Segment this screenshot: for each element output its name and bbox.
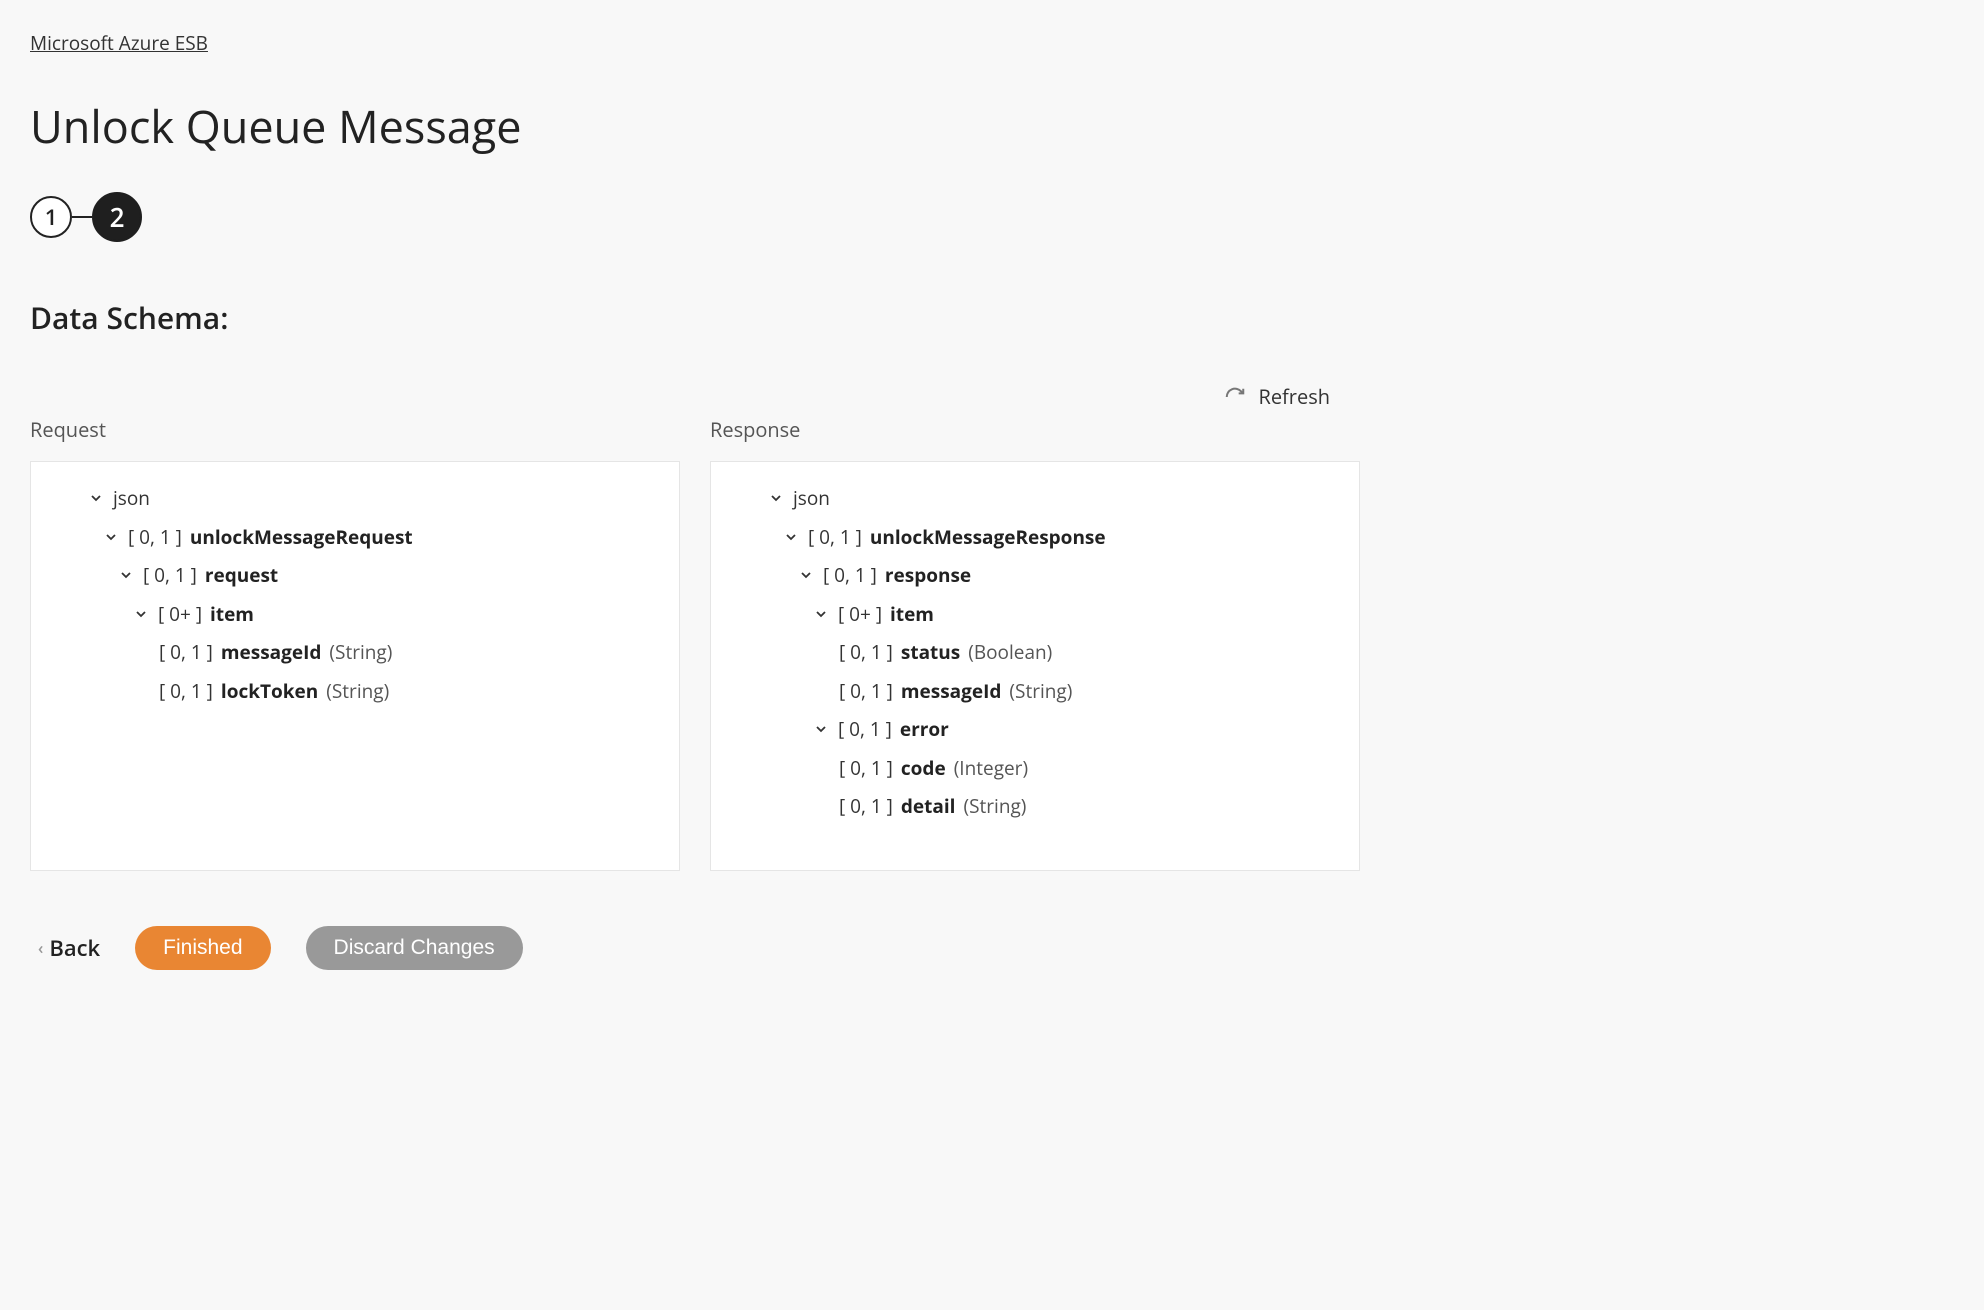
cardinality: [ 0, 1 ]	[839, 677, 893, 706]
section-title: Data Schema:	[30, 297, 1360, 338]
cardinality: [ 0, 1 ]	[808, 523, 862, 552]
node-label: status	[901, 638, 960, 667]
cardinality: [ 0, 1 ]	[839, 754, 893, 783]
node-type: (Integer)	[954, 754, 1028, 783]
finished-button[interactable]: Finished	[135, 926, 270, 970]
step-connector	[72, 216, 92, 218]
chevron-down-icon[interactable]	[769, 491, 783, 505]
response-label: Response	[710, 416, 1360, 443]
node-type: (String)	[329, 638, 392, 667]
chevron-down-icon[interactable]	[104, 530, 118, 544]
node-label: unlockMessageResponse	[870, 523, 1106, 552]
node-label: error	[900, 715, 949, 744]
tree-node[interactable]: [ 0, 1 ] request	[49, 561, 661, 590]
node-label: item	[890, 600, 934, 629]
breadcrumb-link[interactable]: Microsoft Azure ESB	[30, 30, 208, 56]
chevron-down-icon[interactable]	[134, 607, 148, 621]
page-title: Unlock Queue Message	[30, 96, 1360, 157]
node-type: (String)	[963, 792, 1026, 821]
stepper: 1 2	[30, 192, 1360, 242]
refresh-icon[interactable]	[1224, 386, 1246, 408]
step-2[interactable]: 2	[92, 192, 142, 242]
node-label: json	[113, 484, 150, 513]
chevron-down-icon[interactable]	[119, 568, 133, 582]
cardinality: [ 0, 1 ]	[159, 677, 213, 706]
node-label: detail	[901, 792, 956, 821]
node-label: lockToken	[221, 677, 318, 706]
chevron-down-icon[interactable]	[799, 568, 813, 582]
back-button[interactable]: ‹ Back	[38, 933, 100, 963]
cardinality: [ 0, 1 ]	[839, 792, 893, 821]
node-label: request	[205, 561, 278, 590]
node-label: code	[901, 754, 946, 783]
tree-node[interactable]: [ 0+ ] item	[729, 600, 1341, 629]
tree-leaf[interactable]: [ 0, 1 ] messageId (String)	[729, 677, 1341, 706]
tree-leaf[interactable]: [ 0, 1 ] messageId (String)	[49, 638, 661, 667]
tree-leaf[interactable]: [ 0, 1 ] code (Integer)	[729, 754, 1341, 783]
chevron-down-icon[interactable]	[814, 722, 828, 736]
cardinality: [ 0, 1 ]	[839, 638, 893, 667]
tree-leaf[interactable]: [ 0, 1 ] status (Boolean)	[729, 638, 1341, 667]
back-label: Back	[49, 933, 100, 963]
chevron-down-icon[interactable]	[89, 491, 103, 505]
tree-node-root[interactable]: json	[49, 484, 661, 513]
node-type: (String)	[326, 677, 389, 706]
chevron-down-icon[interactable]	[784, 530, 798, 544]
node-type: (Boolean)	[968, 638, 1052, 667]
cardinality: [ 0+ ]	[158, 600, 202, 629]
node-label: response	[885, 561, 971, 590]
node-label: json	[793, 484, 830, 513]
cardinality: [ 0, 1 ]	[823, 561, 877, 590]
tree-node[interactable]: [ 0, 1 ] unlockMessageRequest	[49, 523, 661, 552]
cardinality: [ 0, 1 ]	[838, 715, 892, 744]
tree-node-root[interactable]: json	[729, 484, 1341, 513]
tree-leaf[interactable]: [ 0, 1 ] lockToken (String)	[49, 677, 661, 706]
response-panel: json [ 0, 1 ] unlockMessageResponse [ 0,…	[710, 461, 1360, 871]
cardinality: [ 0, 1 ]	[128, 523, 182, 552]
node-type: (String)	[1009, 677, 1072, 706]
discard-changes-button[interactable]: Discard Changes	[306, 926, 523, 970]
step-1[interactable]: 1	[30, 196, 72, 238]
chevron-down-icon[interactable]	[814, 607, 828, 621]
node-label: messageId	[901, 677, 1002, 706]
node-label: messageId	[221, 638, 322, 667]
cardinality: [ 0, 1 ]	[143, 561, 197, 590]
request-label: Request	[30, 416, 680, 443]
cardinality: [ 0, 1 ]	[159, 638, 213, 667]
tree-node[interactable]: [ 0, 1 ] response	[729, 561, 1341, 590]
node-label: unlockMessageRequest	[190, 523, 413, 552]
cardinality: [ 0+ ]	[838, 600, 882, 629]
request-panel: json [ 0, 1 ] unlockMessageRequest [ 0, …	[30, 461, 680, 871]
refresh-button[interactable]: Refresh	[1258, 383, 1330, 410]
tree-node[interactable]: [ 0, 1 ] unlockMessageResponse	[729, 523, 1341, 552]
tree-leaf[interactable]: [ 0, 1 ] detail (String)	[729, 792, 1341, 821]
chevron-left-icon: ‹	[38, 937, 43, 959]
tree-node[interactable]: [ 0+ ] item	[49, 600, 661, 629]
node-label: item	[210, 600, 254, 629]
tree-node[interactable]: [ 0, 1 ] error	[729, 715, 1341, 744]
